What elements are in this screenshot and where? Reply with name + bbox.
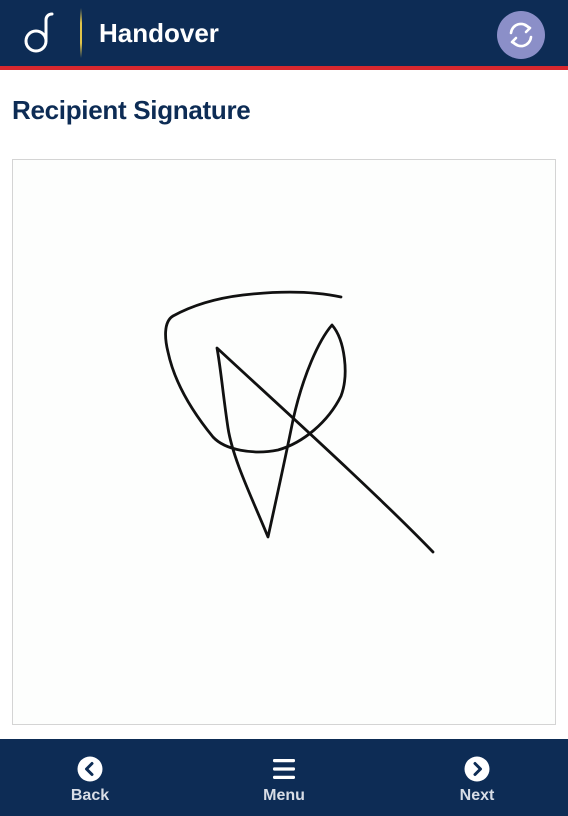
menu-button[interactable]: Menu bbox=[229, 739, 339, 816]
header-title: Handover bbox=[99, 18, 219, 48]
signature-pad[interactable] bbox=[12, 159, 556, 725]
next-button[interactable]: Next bbox=[422, 739, 532, 816]
chevron-right-circle-icon bbox=[464, 756, 490, 782]
hamburger-menu-icon bbox=[273, 759, 295, 779]
logo-divider bbox=[80, 8, 82, 58]
app-screen: Handover Recipient Signature Back Menu N… bbox=[0, 0, 568, 816]
next-label: Next bbox=[459, 787, 495, 804]
logo-d-icon bbox=[24, 12, 54, 53]
header-accent-stripe bbox=[0, 66, 568, 70]
sync-icon bbox=[509, 22, 533, 48]
page-title: Recipient Signature bbox=[12, 95, 251, 125]
chevron-left-circle-icon bbox=[77, 756, 103, 782]
menu-label: Menu bbox=[263, 787, 305, 804]
app-header: Handover bbox=[0, 0, 568, 66]
signature-strokes bbox=[164, 290, 435, 554]
back-label: Back bbox=[70, 787, 110, 804]
back-button[interactable]: Back bbox=[35, 739, 145, 816]
sync-button[interactable] bbox=[497, 11, 545, 59]
bottom-navigation: Back Menu Next bbox=[0, 739, 568, 816]
